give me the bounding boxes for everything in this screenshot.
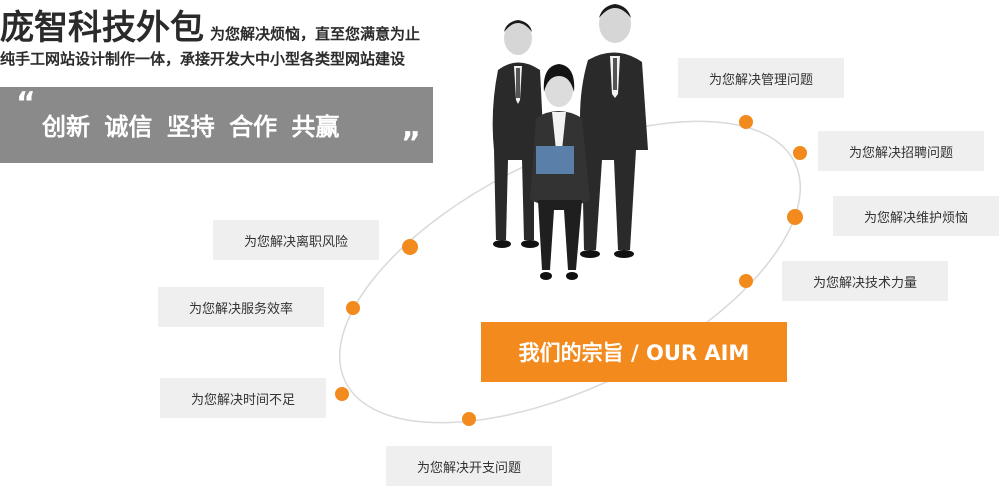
open-quote-icon: “: [16, 86, 36, 121]
brand-line: 庞智科技外包 为您解决烦恼，直至您满意为止: [0, 0, 421, 48]
brand-subtitle: 为您解决烦恼，直至您满意为止: [210, 25, 421, 43]
close-quote-icon: ”: [401, 126, 421, 161]
dot-recruiting: [793, 146, 807, 160]
label-resignation: 为您解决离职风险: [213, 220, 379, 260]
dot-development: [462, 412, 476, 426]
label-development: 为您解决开支问题: [386, 446, 552, 486]
label-maintenance: 为您解决维护烦恼: [833, 196, 999, 236]
label-recruiting: 为您解决招聘问题: [818, 131, 984, 171]
label-service-efficiency: 为您解决服务效率: [158, 287, 324, 327]
dot-management: [739, 115, 753, 129]
aim-banner: 我们的宗旨 / OUR AIM: [481, 322, 787, 382]
dot-service-efficiency: [346, 301, 360, 315]
brand-title: 庞智科技外包: [0, 8, 204, 48]
slogan-text: 创新 诚信 坚持 合作 共赢: [42, 113, 340, 141]
dot-time-shortage: [335, 387, 349, 401]
label-time-shortage: 为您解决时间不足: [160, 378, 326, 418]
man-right-figure: [580, 4, 648, 258]
dot-maintenance: [787, 209, 803, 225]
label-tech-power: 为您解决技术力量: [782, 261, 948, 301]
dot-resignation: [402, 239, 418, 255]
folder-icon: [536, 146, 574, 174]
aim-stage: 庞智科技外包 为您解决烦恼，直至您满意为止 纯手工网站设计制作一体，承接开发大中…: [0, 0, 1000, 487]
dot-tech-power: [739, 274, 753, 288]
business-team-illustration: [492, 4, 648, 280]
label-management: 为您解决管理问题: [678, 58, 844, 98]
slogan-banner: “ 创新 诚信 坚持 合作 共赢 ”: [0, 87, 433, 163]
brand-description: 纯手工网站设计制作一体，承接开发大中小型各类型网站建设: [0, 50, 406, 68]
